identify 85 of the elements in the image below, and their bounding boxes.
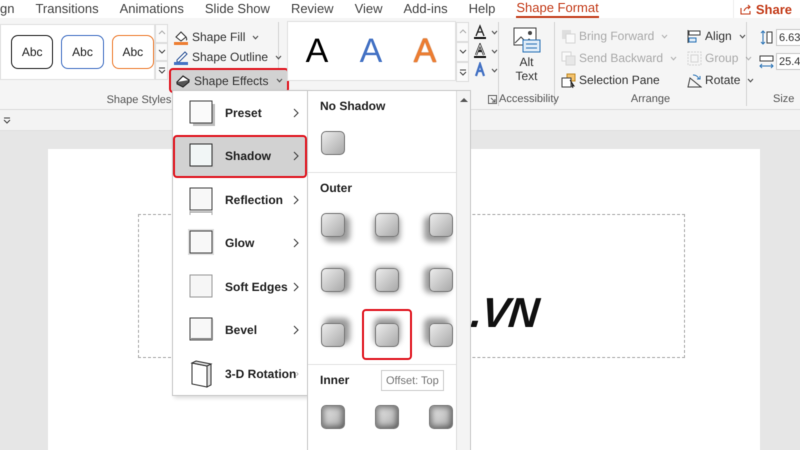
expand-icon: [3, 116, 11, 124]
group-icon: [687, 50, 702, 66]
expand-icon: [158, 67, 166, 74]
group-label: Accessibility: [499, 93, 559, 105]
chevron-down-icon: [491, 30, 498, 34]
ribbon-tab[interactable]: Help: [468, 0, 496, 18]
caret-down-icon: [458, 48, 466, 56]
logo-text: .VN: [468, 289, 541, 337]
caret-up-icon: [158, 30, 166, 37]
menu-item[interactable]: Glow: [173, 222, 307, 265]
chevron-right-icon: [293, 238, 299, 248]
chevron-right-icon: [293, 194, 299, 205]
chevron-down-icon: [747, 78, 754, 82]
ribbon-tab[interactable]: View: [354, 0, 383, 18]
send-backward-icon: [561, 50, 576, 66]
scroll-down-button[interactable]: [456, 42, 469, 62]
shape-style-preset[interactable]: Abc: [11, 35, 54, 69]
menu-item[interactable]: Soft Edges: [173, 265, 307, 308]
chevron-down-icon: [670, 56, 678, 60]
size-field[interactable]: 6.63: [776, 29, 800, 46]
menu-item[interactable]: Preset: [173, 91, 307, 134]
tooltip: Offset: Top: [381, 370, 444, 391]
chevron-down-icon: [252, 34, 260, 40]
ribbon-tab[interactable]: Transitions: [35, 0, 99, 18]
text-effects-icon: [473, 62, 487, 78]
chevron-down-icon: [275, 54, 282, 60]
wordart-style[interactable]: A: [292, 25, 342, 77]
shape-style-preset[interactable]: Abc: [61, 35, 104, 69]
width-icon: [759, 54, 774, 69]
paint-bucket-icon: [173, 29, 189, 45]
rotate-icon: [687, 72, 702, 88]
chevron-down-icon: [661, 34, 668, 38]
ribbon-tab[interactable]: Add-ins: [404, 0, 448, 18]
wordart-style[interactable]: A: [346, 25, 396, 77]
alt-text-button[interactable]: Alt Text: [499, 27, 554, 83]
chevron-down-icon: [276, 78, 282, 83]
text-outline-icon: [473, 43, 487, 59]
ribbon-command-button[interactable]: Shape Fill: [169, 27, 288, 47]
pencil-icon: [173, 49, 189, 65]
ribbon-command-button[interactable]: Rotate: [683, 70, 758, 90]
chevron-down-icon: [491, 48, 498, 54]
more-button[interactable]: [155, 61, 168, 80]
chevron-right-icon: [293, 151, 299, 162]
shape-style-preset[interactable]: Abc: [112, 35, 154, 69]
ribbon-tab[interactable]: gn: [0, 0, 14, 18]
menu-item[interactable]: Bevel: [173, 308, 307, 352]
height-icon: [759, 30, 774, 45]
menu-item[interactable]: 3-D Rotation: [173, 352, 307, 396]
section-heading: Inner: [320, 373, 350, 387]
caret-up-icon: [458, 28, 466, 36]
chevron-right-icon: [293, 108, 299, 118]
chevron-down-icon: [491, 68, 498, 72]
ribbon-tab[interactable]: Animations: [120, 0, 184, 18]
dialog-launcher-icon: [488, 95, 497, 104]
bring-forward-icon: [561, 28, 576, 44]
selection-pane-icon: [561, 72, 576, 88]
ribbon-command-button[interactable]: Shape Outline: [169, 47, 288, 67]
section-heading: Outer: [320, 181, 352, 195]
ribbon-command-button[interactable]: Selection Pane: [557, 70, 682, 90]
preset-icon: [187, 98, 217, 128]
shape-effects-icon: [175, 74, 191, 88]
menu-item[interactable]: Shadow: [173, 134, 307, 178]
menu-item[interactable]: Reflection: [173, 178, 307, 222]
section-heading: No Shadow: [320, 99, 386, 113]
share-icon: [740, 4, 752, 14]
expand-icon: [458, 68, 466, 76]
align-icon: [687, 28, 702, 44]
size-field[interactable]: 25.4: [776, 53, 800, 70]
shadow-option[interactable]: [362, 309, 412, 360]
ribbon-command-button[interactable]: Align: [683, 26, 758, 46]
ribbon-tab[interactable]: Review: [290, 0, 334, 18]
chevron-right-icon: [293, 325, 299, 336]
chevron-down-icon: [738, 34, 746, 38]
scroll-up-icon: [460, 97, 468, 103]
scroll-down-button[interactable]: [155, 42, 168, 62]
group-label: Arrange: [630, 93, 670, 105]
text-fill-icon: [473, 24, 487, 40]
chevron-right-icon: [293, 282, 299, 292]
group-label: Shape Styles: [106, 94, 172, 106]
caret-down-icon: [158, 48, 166, 56]
chevron-down-icon: [745, 56, 752, 60]
ribbon-tab[interactable]: Slide Show: [204, 0, 270, 18]
more-button[interactable]: [456, 62, 469, 82]
picture-caption-icon: [512, 27, 540, 53]
group-label: Size: [773, 93, 794, 105]
